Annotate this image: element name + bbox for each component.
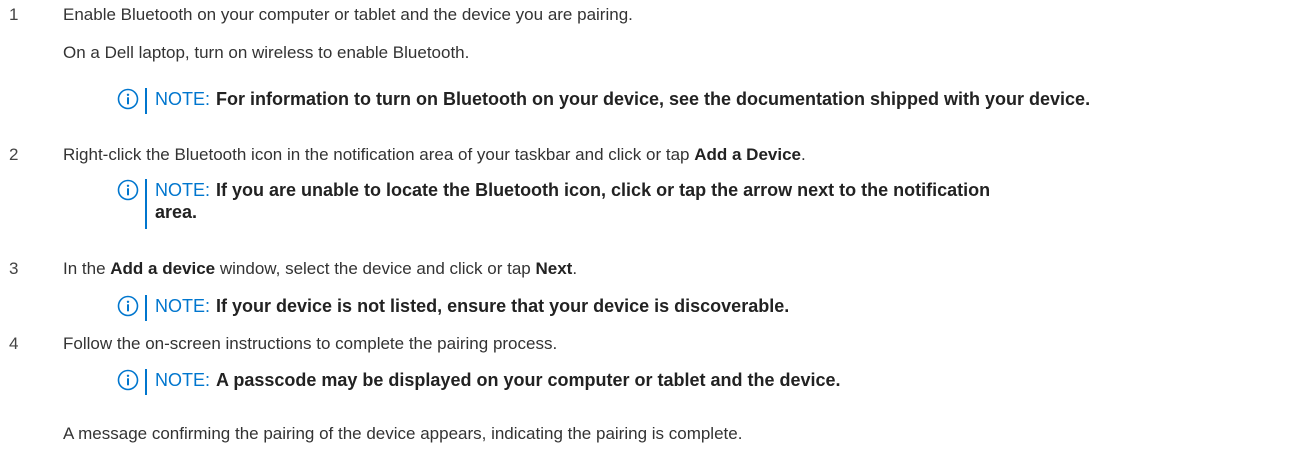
note-body: If you are unable to locate the Bluetoot… bbox=[216, 180, 991, 200]
next-label: Next bbox=[535, 259, 573, 278]
note-text: NOTE: If you are unable to locate the Blu… bbox=[155, 179, 990, 223]
add-a-device-window-label: Add a device bbox=[110, 259, 216, 278]
note-label: NOTE: bbox=[155, 296, 211, 316]
note-text: NOTE: A passcode may be displayed on your… bbox=[155, 369, 841, 391]
step-number: 3 bbox=[9, 259, 19, 278]
note-text: NOTE: For information to turn on Bluetoot… bbox=[155, 88, 1090, 110]
note-body: If your device is not listed, ensure tha… bbox=[216, 296, 790, 316]
note-body-continued: area. bbox=[155, 202, 198, 222]
step-text: Right-click the Bluetooth icon in the no… bbox=[63, 145, 806, 164]
step-text: In the Add a device window, select the d… bbox=[63, 259, 578, 278]
info-circle-icon bbox=[117, 88, 139, 110]
note-divider bbox=[145, 295, 147, 321]
note-body: A passcode may be displayed on your comp… bbox=[216, 370, 841, 390]
info-circle-icon bbox=[117, 179, 139, 201]
info-circle-icon bbox=[117, 295, 139, 317]
note-label: NOTE: bbox=[155, 180, 211, 200]
note-block: NOTE: If your device is not listed, ensur… bbox=[117, 295, 789, 321]
note-divider bbox=[145, 369, 147, 395]
step-text: Enable Bluetooth on your computer or tab… bbox=[63, 5, 633, 24]
info-circle-icon bbox=[117, 369, 139, 391]
step-number: 2 bbox=[9, 145, 19, 164]
note-body: For information to turn on Bluetooth on … bbox=[216, 89, 1091, 109]
step-number: 4 bbox=[9, 334, 19, 353]
note-block: NOTE: If you are unable to locate the Blu… bbox=[117, 179, 990, 229]
closing-text: A message confirming the pairing of the … bbox=[63, 424, 743, 443]
note-label: NOTE: bbox=[155, 89, 211, 109]
note-block: NOTE: For information to turn on Bluetoot… bbox=[117, 88, 1090, 114]
add-a-device-label: Add a Device bbox=[694, 145, 801, 164]
step-subtext: On a Dell laptop, turn on wireless to en… bbox=[63, 43, 470, 62]
note-divider bbox=[145, 179, 147, 229]
step-number: 1 bbox=[9, 5, 19, 24]
note-text: NOTE: If your device is not listed, ensur… bbox=[155, 295, 789, 317]
note-block: NOTE: A passcode may be displayed on your… bbox=[117, 369, 841, 395]
step-text: Follow the on-screen instructions to com… bbox=[63, 334, 558, 353]
note-divider bbox=[145, 88, 147, 114]
note-label: NOTE: bbox=[155, 370, 211, 390]
